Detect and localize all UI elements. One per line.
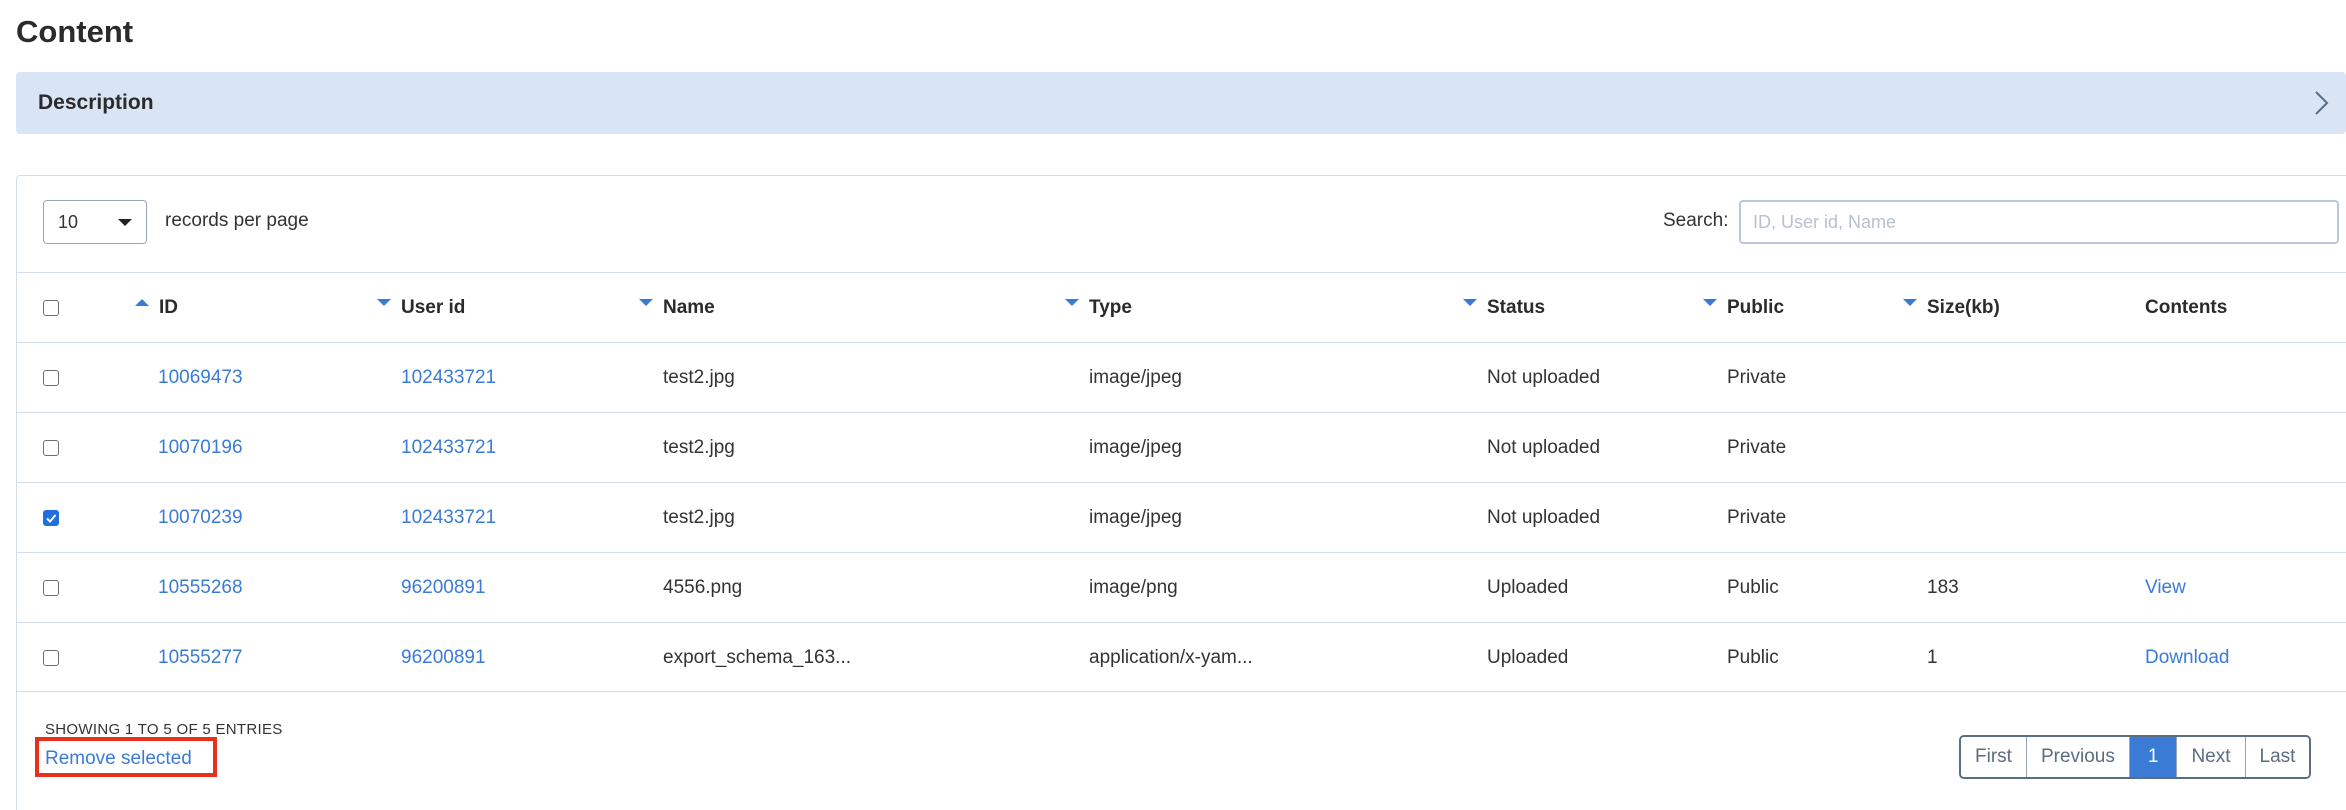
- table-row: 10069473 102433721 test2.jpg image/jpeg …: [17, 342, 2346, 412]
- records-per-page-select[interactable]: 10: [43, 200, 147, 244]
- row-type: image/jpeg: [1089, 507, 1182, 528]
- row-name: test2.jpg: [663, 367, 735, 388]
- row-size: 183: [1927, 577, 1959, 598]
- row-contents-link[interactable]: Download: [2145, 647, 2230, 669]
- header-name[interactable]: Name: [639, 273, 715, 343]
- row-public: Public: [1727, 577, 1779, 598]
- remove-selected-link[interactable]: Remove selected: [45, 748, 192, 770]
- row-checkbox[interactable]: [43, 580, 59, 596]
- table-row: 10070196 102433721 test2.jpg image/jpeg …: [17, 412, 2346, 482]
- pagination-first[interactable]: First: [1961, 737, 2027, 777]
- header-status[interactable]: Status: [1463, 273, 1545, 343]
- table-row: 10555268 96200891 4556.png image/png Upl…: [17, 552, 2346, 622]
- header-size[interactable]: Size(kb): [1903, 273, 2000, 343]
- row-public: Public: [1727, 647, 1779, 668]
- row-status: Uploaded: [1487, 577, 1569, 598]
- row-checkbox[interactable]: [43, 440, 59, 456]
- row-checkbox[interactable]: [43, 650, 59, 666]
- row-user-id-link[interactable]: 96200891: [401, 647, 486, 669]
- row-user-id-link[interactable]: 102433721: [401, 507, 496, 529]
- row-type: image/jpeg: [1089, 367, 1182, 388]
- row-id-link[interactable]: 10555268: [158, 577, 243, 599]
- sort-icon: [639, 298, 653, 306]
- table-row: 10070239 102433721 test2.jpg image/jpeg …: [17, 482, 2346, 552]
- row-checkbox[interactable]: [43, 370, 59, 386]
- row-name: 4556.png: [663, 577, 743, 598]
- header-id[interactable]: ID: [135, 273, 178, 343]
- row-public: Private: [1727, 437, 1787, 458]
- pagination-previous[interactable]: Previous: [2026, 737, 2130, 777]
- header-public[interactable]: Public: [1703, 273, 1784, 343]
- row-name: test2.jpg: [663, 507, 735, 528]
- row-size: 1: [1927, 647, 1938, 668]
- content-page: Content Description 10 records per page …: [0, 0, 2346, 810]
- row-status: Not uploaded: [1487, 367, 1601, 388]
- row-public: Private: [1727, 367, 1787, 388]
- row-type: application/x-yam...: [1089, 647, 1253, 668]
- row-contents-link[interactable]: View: [2145, 577, 2186, 599]
- row-type: image/png: [1089, 577, 1178, 598]
- select-all-checkbox[interactable]: [43, 300, 59, 316]
- sort-icon: [377, 298, 391, 306]
- chevron-right-icon: [2315, 91, 2329, 115]
- row-id-link[interactable]: 10070196: [158, 437, 243, 459]
- checkmark-icon: [46, 514, 57, 523]
- table-header-row: ID User id Name Type Status Public Size(…: [17, 272, 2346, 342]
- row-name: export_schema_163...: [663, 647, 852, 668]
- page-title: Content: [16, 14, 134, 49]
- row-name: test2.jpg: [663, 437, 735, 458]
- row-type: image/jpeg: [1089, 437, 1182, 458]
- row-status: Not uploaded: [1487, 507, 1601, 528]
- row-user-id-link[interactable]: 96200891: [401, 577, 486, 599]
- sort-icon: [1065, 298, 1079, 306]
- caret-down-icon: [118, 219, 132, 226]
- search-label: Search:: [1663, 210, 1729, 231]
- sort-icon: [1463, 298, 1477, 306]
- header-type[interactable]: Type: [1065, 273, 1132, 343]
- pagination-last[interactable]: Last: [2245, 737, 2310, 777]
- pagination-page-1[interactable]: 1: [2129, 737, 2178, 777]
- row-id-link[interactable]: 10070239: [158, 507, 243, 529]
- records-per-page-value: 10: [58, 211, 79, 232]
- row-status: Uploaded: [1487, 647, 1569, 668]
- table-row: 10555277 96200891 export_schema_163... a…: [17, 622, 2346, 692]
- sort-icon: [1703, 298, 1717, 306]
- search-input[interactable]: [1739, 200, 2339, 244]
- row-public: Private: [1727, 507, 1787, 528]
- sort-icon: [1903, 298, 1917, 306]
- entries-info: SHOWING 1 TO 5 OF 5 ENTRIES: [45, 721, 283, 738]
- content-table: ID User id Name Type Status Public Size(…: [17, 272, 2346, 692]
- header-user-id[interactable]: User id: [377, 273, 465, 343]
- description-accordion[interactable]: Description: [16, 72, 2346, 134]
- row-user-id-link[interactable]: 102433721: [401, 367, 496, 389]
- pagination: First Previous 1 Next Last: [1959, 735, 2312, 779]
- records-per-page-label: records per page: [165, 210, 309, 231]
- header-contents: Contents: [2145, 297, 2228, 318]
- row-status: Not uploaded: [1487, 437, 1601, 458]
- content-table-panel: 10 records per page Search: ID User id: [16, 175, 2346, 810]
- row-id-link[interactable]: 10069473: [158, 367, 243, 389]
- pagination-next[interactable]: Next: [2177, 737, 2246, 777]
- row-user-id-link[interactable]: 102433721: [401, 437, 496, 459]
- description-label: Description: [38, 91, 154, 114]
- sort-asc-icon: [135, 298, 149, 306]
- row-id-link[interactable]: 10555277: [158, 647, 243, 669]
- row-checkbox[interactable]: [43, 510, 59, 526]
